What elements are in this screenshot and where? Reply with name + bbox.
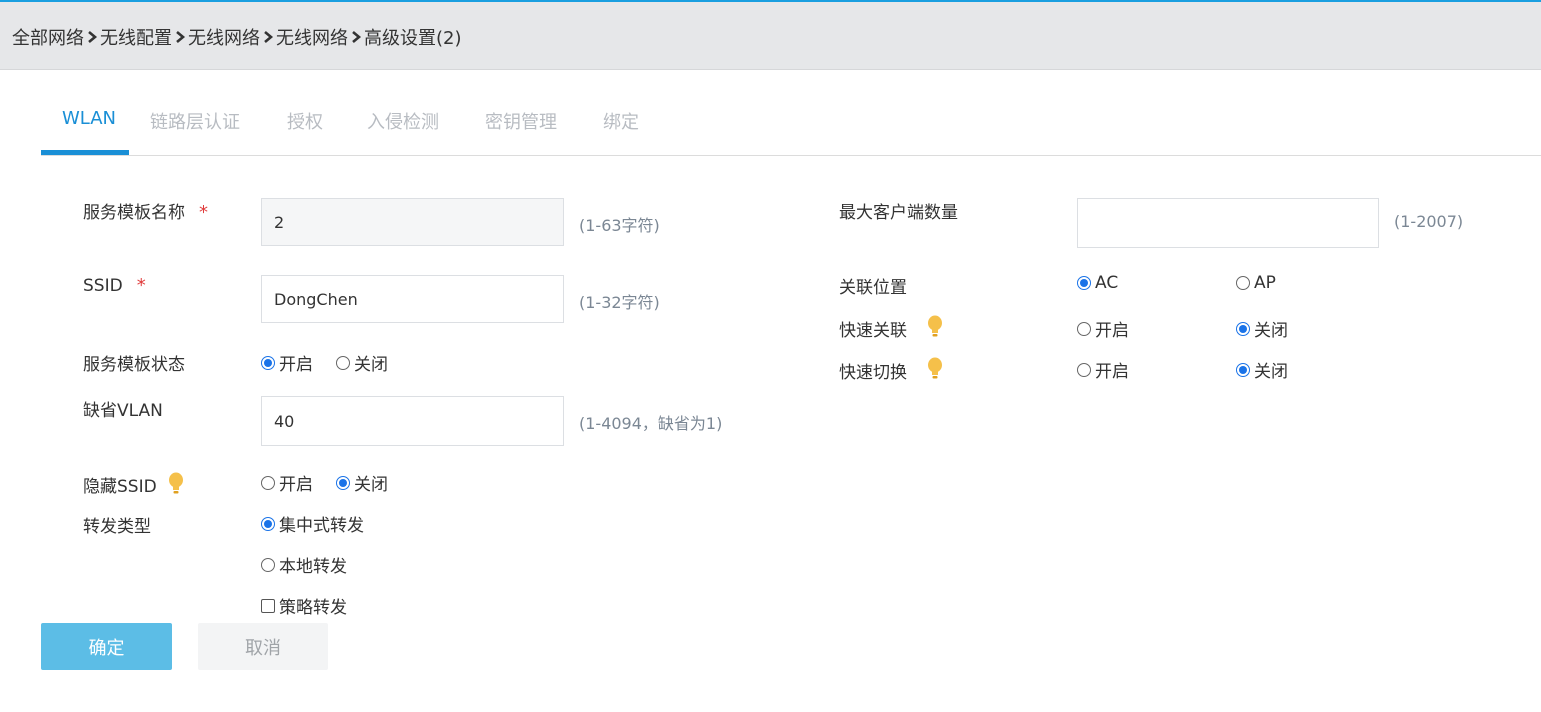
hide-ssid-label: 隐藏SSID — [83, 477, 157, 497]
forward-centralized-radio[interactable]: 集中式转发 — [261, 511, 364, 536]
radio-button[interactable] — [261, 475, 275, 490]
radio-button[interactable] — [261, 355, 275, 370]
radio-button[interactable] — [1236, 276, 1250, 290]
default-vlan-hint: (1-4094，缺省为1) — [579, 414, 723, 433]
required-mark: * — [136, 275, 146, 296]
max-clients-input[interactable] — [1077, 198, 1379, 248]
required-mark: * — [199, 202, 208, 223]
template-status-off-radio[interactable]: 关闭 — [336, 350, 388, 375]
assoc-location-ac-radio[interactable]: AC — [1077, 273, 1118, 293]
radio-button[interactable] — [261, 516, 275, 531]
fast-switch-off-radio[interactable]: 关闭 — [1236, 357, 1288, 382]
fast-switch-on-radio[interactable]: 开启 — [1077, 357, 1129, 382]
radio-button[interactable] — [1236, 362, 1250, 377]
tab-authorization[interactable]: 授权 — [287, 108, 323, 134]
chevron-right-icon — [88, 31, 98, 43]
ssid-label: SSID * — [83, 275, 146, 296]
service-template-name-hint: (1-63字符) — [579, 216, 660, 235]
tab-binding[interactable]: 绑定 — [603, 108, 639, 134]
lightbulb-icon[interactable] — [167, 472, 185, 496]
radio-button[interactable] — [336, 475, 350, 490]
tabs-divider — [41, 155, 1541, 156]
fast-assoc-off-radio[interactable]: 关闭 — [1236, 316, 1288, 341]
chevron-right-icon — [176, 31, 186, 43]
confirm-button[interactable]: 确定 — [41, 623, 172, 670]
breadcrumb-item-wireless-config[interactable]: 无线配置 — [100, 24, 172, 50]
breadcrumb-item-all-networks[interactable]: 全部网络 — [12, 24, 84, 50]
fast-switch-label: 快速切换 — [839, 363, 907, 383]
ssid-input[interactable] — [261, 275, 564, 323]
hide-ssid-off-radio[interactable]: 关闭 — [336, 470, 388, 495]
fast-assoc-on-radio[interactable]: 开启 — [1077, 316, 1129, 341]
fast-assoc-label: 快速关联 — [839, 321, 907, 341]
default-vlan-input[interactable] — [261, 396, 564, 446]
radio-button[interactable] — [1236, 321, 1250, 336]
breadcrumb-item-wireless-network-2[interactable]: 无线网络 — [276, 24, 348, 50]
tab-key-management[interactable]: 密钥管理 — [485, 108, 557, 134]
max-clients-hint: (1-2007) — [1394, 212, 1464, 231]
cancel-button[interactable]: 取消 — [198, 623, 328, 670]
policy-forward-checkbox[interactable]: 策略转发 — [261, 593, 347, 618]
checkbox[interactable] — [261, 598, 275, 613]
tab-intrusion-detection[interactable]: 入侵检测 — [367, 108, 439, 134]
service-template-name-label: 服务模板名称 * — [83, 202, 208, 223]
assoc-location-label: 关联位置 — [839, 278, 907, 298]
lightbulb-icon[interactable] — [926, 357, 944, 381]
default-vlan-label: 缺省VLAN — [83, 401, 163, 421]
ssid-hint: (1-32字符) — [579, 293, 660, 312]
breadcrumb-item-advanced-settings: 高级设置(2) — [364, 28, 462, 49]
tab-link-auth[interactable]: 链路层认证 — [150, 108, 240, 134]
radio-button[interactable] — [1077, 276, 1091, 290]
hide-ssid-on-radio[interactable]: 开启 — [261, 470, 313, 495]
radio-button[interactable] — [1077, 321, 1091, 336]
radio-button[interactable] — [1077, 362, 1091, 377]
radio-button[interactable] — [336, 355, 350, 370]
forward-local-radio[interactable]: 本地转发 — [261, 552, 347, 577]
forward-type-label: 转发类型 — [83, 517, 151, 537]
lightbulb-icon[interactable] — [926, 315, 944, 339]
assoc-location-ap-radio[interactable]: AP — [1236, 273, 1276, 293]
tab-wlan[interactable]: WLAN — [62, 108, 116, 129]
max-clients-label: 最大客户端数量 — [839, 203, 958, 223]
breadcrumb-item-wireless-network[interactable]: 无线网络 — [188, 24, 260, 50]
breadcrumb: 全部网络 无线配置 无线网络 无线网络 高级设置(2) — [0, 2, 1541, 70]
chevron-right-icon — [264, 31, 274, 43]
template-status-label: 服务模板状态 — [83, 355, 185, 375]
radio-button[interactable] — [261, 557, 275, 572]
chevron-right-icon — [352, 31, 362, 43]
template-status-on-radio[interactable]: 开启 — [261, 350, 313, 375]
service-template-name-input[interactable] — [261, 198, 564, 246]
active-tab-indicator — [41, 150, 129, 155]
